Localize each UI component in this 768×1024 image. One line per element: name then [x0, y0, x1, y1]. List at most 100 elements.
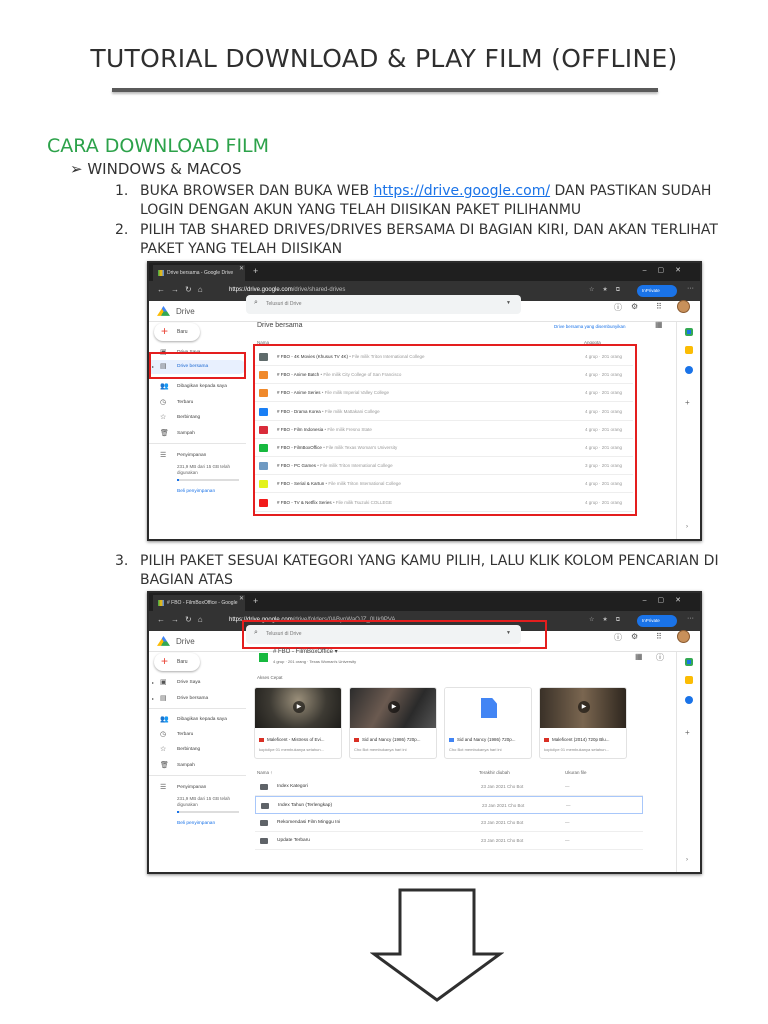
quick-access-card[interactable]: ▶ Maleficent (2014) 720p Blu... kopiclipe …	[539, 687, 627, 759]
tasks-icon[interactable]	[685, 696, 693, 704]
buy-storage-link[interactable]: Beli penyimpanan	[177, 489, 215, 494]
avatar[interactable]	[677, 630, 690, 643]
new-tab-icon[interactable]: +	[253, 596, 258, 606]
folder-modified: 23 Jan 2021 Cho Bot	[481, 820, 524, 825]
quick-access-card[interactable]: Sid and Nancy (1986) 720p... Cho Bot memb…	[444, 687, 532, 759]
sidebar-item-trash[interactable]: 🗑 Sampah	[149, 759, 246, 773]
new-button[interactable]: + Baru	[154, 653, 200, 671]
sidebar-item-shared-with-me[interactable]: 👥 Dibagikan kepada saya	[149, 380, 246, 394]
expand-panel-icon[interactable]: ›	[686, 857, 688, 863]
calendar-icon[interactable]	[685, 328, 693, 336]
search-options-icon[interactable]: ▼	[506, 300, 511, 306]
clock-icon: ◷	[160, 731, 167, 738]
apps-icon[interactable]: ⠿	[656, 632, 662, 641]
help-icon[interactable]: ⓘ	[614, 632, 622, 643]
shared-drive-row[interactable]: # FBO - Film Indonesia • File milik Fres…	[255, 421, 633, 439]
step-text: BUKA BROWSER DAN BUKA WEB	[140, 183, 374, 199]
column-modified[interactable]: Terakhir diubah	[479, 770, 510, 775]
column-name[interactable]: Nama ↑	[257, 770, 273, 775]
sidebar-item-recent[interactable]: ◷ Terbaru	[149, 728, 246, 742]
inprivate-badge[interactable]: InPrivate	[637, 615, 677, 627]
shared-drive-row[interactable]: # FBO - 4K Movies (Khusus TV 4K) • File …	[255, 348, 633, 366]
more-icon[interactable]: ···	[687, 615, 694, 622]
quick-access-heading: Akses Cepat	[257, 675, 283, 680]
browser-tab[interactable]: # FBO - FilmBoxOffice - Google ✕	[153, 595, 245, 611]
play-icon: ▶	[388, 701, 400, 713]
info-icon[interactable]: ⓘ	[656, 652, 664, 663]
grid-view-icon[interactable]: ▦	[655, 320, 663, 329]
nav-buttons-icon[interactable]: ←→↻⌂	[157, 285, 209, 294]
video-thumbnail: ▶	[350, 688, 436, 728]
buy-storage-link[interactable]: Beli penyimpanan	[177, 821, 215, 826]
subsection-label: WINDOWS & MACOS	[87, 160, 242, 178]
folder-icon	[261, 803, 269, 809]
folder-name: Index Tahun (Terlengkap)	[278, 803, 333, 808]
close-tab-icon[interactable]: ✕	[239, 595, 244, 602]
drive-members: 3 grup · 201 orang	[585, 463, 623, 469]
folder-title[interactable]: # FBO - FilmBoxOffice ▾	[273, 648, 338, 655]
folder-name: Index Kategori	[277, 784, 308, 789]
folder-row[interactable]: Update Terbaru 23 Jan 2021 Cho Bot —	[255, 832, 643, 850]
expand-panel-icon[interactable]: ›	[686, 524, 688, 530]
browser-tab[interactable]: Drive bersama - Google Drive ✕	[153, 265, 245, 281]
shared-drive-row[interactable]: # FBO - TV & Netflix Series • File milik…	[255, 494, 633, 512]
more-icon[interactable]: ···	[687, 285, 694, 292]
sidebar-item-storage[interactable]: ☰ Penyimpanan	[149, 781, 246, 795]
shared-drive-row[interactable]: # FBO - Anime Series • File milik Imperi…	[255, 384, 633, 403]
step-number: 2.	[115, 222, 129, 238]
sidebar-item-starred[interactable]: ☆ Berbintang	[149, 743, 246, 757]
sidebar-item-shared-drives[interactable]: ▸ ▤ Drive bersama	[149, 692, 246, 706]
keep-icon[interactable]	[685, 346, 693, 354]
hidden-drives-link[interactable]: Drive bersama yang disembunyikan	[554, 324, 626, 329]
gear-icon[interactable]: ⚙	[631, 302, 638, 311]
shared-drive-row[interactable]: # FBO - Drama Korea • File milik Mattaka…	[255, 403, 633, 421]
sidebar-item-trash[interactable]: 🗑 Sampah	[149, 427, 246, 441]
quick-access-card[interactable]: ▶ Maleficent - Mistress of Evi... kopiclip…	[254, 687, 342, 759]
drive-link[interactable]: https://drive.google.com/	[374, 183, 551, 199]
inprivate-badge[interactable]: InPrivate	[637, 285, 677, 297]
browser-actions-icon[interactable]: ☆★⧉	[589, 616, 628, 624]
sidebar-item-recent[interactable]: ◷ Terbaru	[149, 396, 246, 410]
new-button[interactable]: + Baru	[154, 323, 200, 341]
quick-access-card[interactable]: ▶ Sid and Nancy (1986) 720p... Cho Bot mem…	[349, 687, 437, 759]
nav-buttons-icon[interactable]: ←→↻⌂	[157, 615, 209, 624]
folder-row[interactable]: Index Kategori 23 Jan 2021 Cho Bot —	[255, 778, 643, 796]
search-input[interactable]: ⌕ Telusuri di Drive ▼	[246, 295, 521, 314]
folder-icon	[260, 820, 268, 826]
card-name: Sid and Nancy (1986) 720p...	[362, 737, 421, 742]
new-tab-icon[interactable]: +	[253, 266, 258, 276]
sidebar-item-storage[interactable]: ☰ Penyimpanan	[149, 449, 246, 463]
grid-view-icon[interactable]: ▦	[635, 652, 643, 661]
avatar[interactable]	[677, 300, 690, 313]
add-addon-icon[interactable]: +	[685, 728, 690, 737]
shared-drive-row[interactable]: # FBO - Anime Batch • File milik City Co…	[255, 366, 633, 385]
browser-actions-icon[interactable]: ☆★⧉	[589, 286, 628, 294]
add-addon-icon[interactable]: +	[685, 398, 690, 407]
window-controls-icon[interactable]: –▢✕	[643, 266, 692, 274]
sidebar-item-starred[interactable]: ☆ Berbintang	[149, 411, 246, 425]
drive-favicon-icon	[158, 270, 164, 276]
help-icon[interactable]: ⓘ	[614, 302, 622, 313]
close-tab-icon[interactable]: ✕	[239, 265, 244, 272]
gear-icon[interactable]: ⚙	[631, 632, 638, 641]
folder-row[interactable]: Rekomendasi Film Minggu Ini 23 Jan 2021 C…	[255, 814, 643, 832]
url-field[interactable]: https://drive.google.com/drive/shared-dr…	[229, 287, 345, 293]
star-icon: ☆	[160, 414, 167, 421]
window-controls-icon[interactable]: –▢✕	[643, 596, 692, 604]
folder-size: —	[565, 784, 570, 789]
drive-members: 4 grup · 201 orang	[585, 445, 623, 450]
shared-drive-row[interactable]: # FBO - Serial & Kartun • File milik Tri…	[255, 475, 633, 494]
sidebar-item-shared-with-me[interactable]: 👥 Dibagikan kepada saya	[149, 713, 246, 727]
calendar-icon[interactable]	[685, 658, 693, 666]
card-name: Maleficent (2014) 720p Blu...	[552, 737, 610, 742]
folder-row[interactable]: Index Tahun (Terlengkap) 23 Jan 2021 Cho …	[255, 796, 643, 814]
section-heading: CARA DOWNLOAD FILM	[47, 135, 270, 157]
shared-drive-row[interactable]: # FBO - PC Games • File milik Triton Int…	[255, 457, 633, 476]
keep-icon[interactable]	[685, 676, 693, 684]
apps-icon[interactable]: ⠿	[656, 302, 662, 311]
shared-drive-row[interactable]: # FBO - FilmBoxOffice • File milik Texas…	[255, 439, 633, 457]
tasks-icon[interactable]	[685, 366, 693, 374]
sidebar-item-my-drive[interactable]: ▸ ▣ Drive Saya	[149, 676, 246, 690]
drive-members: 4 grup · 201 orang	[585, 372, 623, 378]
column-size[interactable]: Ukuran file	[565, 770, 587, 775]
